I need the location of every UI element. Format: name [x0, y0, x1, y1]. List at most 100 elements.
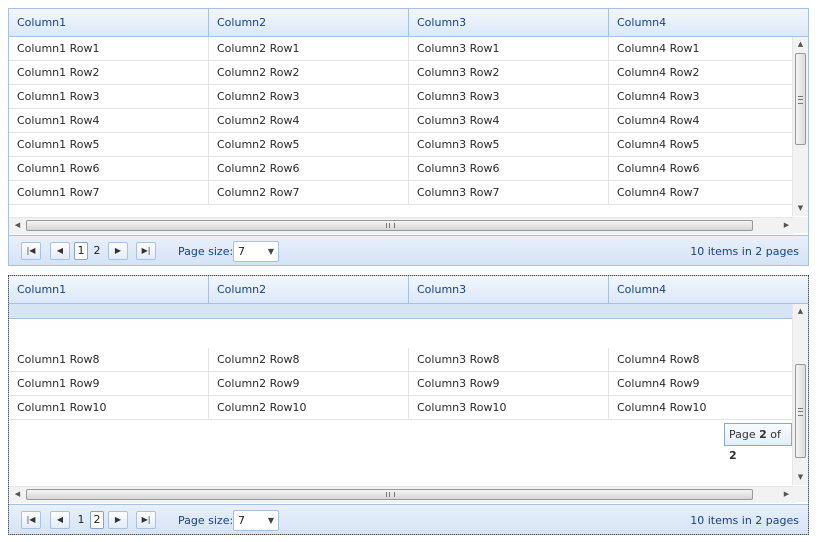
table-cell[interactable]: Column2 Row9 — [209, 372, 409, 395]
last-page-icon[interactable]: ▶| — [136, 242, 156, 260]
vertical-scrollbar[interactable]: ▲ ▼ — [792, 304, 808, 485]
table-row[interactable]: Column1 Row10 Column2 Row10 Column3 Row10 C… — [9, 396, 794, 420]
scroll-down-icon[interactable]: ▼ — [793, 201, 808, 216]
table-cell[interactable]: Column4 Row2 — [609, 61, 794, 84]
horizontal-scrollbar[interactable]: ◀ ▶ — [9, 486, 794, 503]
table-cell[interactable]: Column4 Row6 — [609, 157, 794, 180]
horizontal-scrollbar[interactable]: ◀ ▶ — [9, 217, 794, 234]
table-row[interactable]: Column1 Row4 Column2 Row4 Column3 Row4 Colu… — [9, 109, 794, 133]
column-header-4[interactable]: Column4 — [609, 276, 808, 303]
chevron-down-icon[interactable]: ▼ — [268, 511, 274, 530]
table-cell[interactable]: Column4 Row10 — [609, 396, 794, 419]
page-link[interactable]: 2 — [90, 511, 104, 529]
table-cell[interactable]: Column2 Row10 — [209, 396, 409, 419]
table-cell[interactable]: Column4 Row7 — [609, 181, 794, 204]
pager: |◀ ◀ 1 2 ▶ ▶| Page size: 7 ▼ 10 items in… — [9, 235, 808, 265]
table-row[interactable]: Column1 Row3 Column2 Row3 Column3 Row3 Colu… — [9, 85, 794, 109]
scroll-thumb[interactable] — [795, 364, 806, 458]
column-header-1[interactable]: Column1 — [9, 276, 209, 303]
scroll-thumb[interactable] — [26, 489, 753, 500]
table-row[interactable]: Column1 Row9 Column2 Row9 Column3 Row9 Colu… — [9, 372, 794, 396]
table-cell[interactable]: Column3 Row10 — [409, 396, 609, 419]
table-cell[interactable]: Column2 Row2 — [209, 61, 409, 84]
table-cell[interactable]: Column3 Row4 — [409, 109, 609, 132]
scroll-left-icon[interactable]: ◀ — [10, 487, 25, 502]
first-page-icon[interactable]: |◀ — [21, 242, 41, 260]
table-row[interactable]: Column1 Row2 Column2 Row2 Column3 Row2 Colu… — [9, 61, 794, 85]
table-cell[interactable]: Column1 Row1 — [9, 37, 209, 60]
table-row[interactable]: Column1 Row6 Column2 Row6 Column3 Row6 Colu… — [9, 157, 794, 181]
table-cell[interactable]: Column3 Row8 — [409, 348, 609, 371]
column-header-3[interactable]: Column3 — [409, 9, 609, 36]
table-cell[interactable]: Column3 Row7 — [409, 181, 609, 204]
table-row[interactable]: Column1 Row1 Column2 Row1 Column3 Row1 Colu… — [9, 37, 794, 61]
table-cell[interactable]: Column4 Row9 — [609, 372, 794, 395]
page-link[interactable]: 1 — [74, 242, 88, 260]
scroll-right-icon[interactable]: ▶ — [779, 487, 794, 502]
table-cell[interactable]: Column2 Row7 — [209, 181, 409, 204]
table-cell[interactable]: Column1 Row9 — [9, 372, 209, 395]
next-page-icon[interactable]: ▶ — [108, 511, 128, 529]
page-tooltip: Page 2 of 2 — [724, 423, 792, 462]
table-cell[interactable]: Column1 Row4 — [9, 109, 209, 132]
table-cell[interactable]: Column2 Row8 — [209, 348, 409, 371]
table-cell[interactable]: Column1 Row3 — [9, 85, 209, 108]
prev-page-icon[interactable]: ◀ — [50, 242, 70, 260]
page-size-value: 7 — [238, 514, 245, 527]
scroll-right-icon[interactable]: ▶ — [779, 218, 794, 233]
scroll-up-icon[interactable]: ▲ — [793, 37, 808, 52]
table-cell[interactable]: Column4 Row5 — [609, 133, 794, 156]
page-size-select[interactable]: 7 ▼ — [233, 241, 279, 262]
scroll-left-icon[interactable]: ◀ — [10, 218, 25, 233]
column-header-2[interactable]: Column2 — [209, 276, 409, 303]
first-page-icon[interactable]: |◀ — [21, 511, 41, 529]
table-cell[interactable]: Column2 Row5 — [209, 133, 409, 156]
page-link[interactable]: 2 — [90, 242, 104, 260]
table-cell[interactable]: Column3 Row1 — [409, 37, 609, 60]
pager-info: 10 items in 2 pages — [690, 514, 799, 527]
table-cell[interactable]: Column3 Row5 — [409, 133, 609, 156]
table-row[interactable]: Column1 Row8 Column2 Row8 Column3 Row8 Colu… — [9, 348, 794, 372]
table-cell[interactable]: Column2 Row3 — [209, 85, 409, 108]
table-cell[interactable]: Column3 Row3 — [409, 85, 609, 108]
scroll-down-icon[interactable]: ▼ — [793, 470, 808, 485]
page-size-value: 7 — [238, 245, 245, 258]
page-link[interactable]: 1 — [74, 511, 88, 529]
table-cell[interactable]: Column2 Row4 — [209, 109, 409, 132]
table-cell[interactable]: Column4 Row3 — [609, 85, 794, 108]
table-cell[interactable]: Column1 Row5 — [9, 133, 209, 156]
column-header-3[interactable]: Column3 — [409, 276, 609, 303]
table-cell[interactable]: Column1 Row2 — [9, 61, 209, 84]
column-header-1[interactable]: Column1 — [9, 9, 209, 36]
scroll-corner — [793, 217, 808, 233]
chevron-down-icon[interactable]: ▼ — [268, 242, 274, 261]
pager: |◀ ◀ 1 2 ▶ ▶| Page size: 7 ▼ 10 items in… — [9, 504, 808, 534]
column-header-2[interactable]: Column2 — [209, 9, 409, 36]
vertical-scrollbar[interactable]: ▲ ▼ — [792, 37, 808, 216]
table-cell[interactable]: Column4 Row4 — [609, 109, 794, 132]
table-cell[interactable]: Column3 Row6 — [409, 157, 609, 180]
table-cell[interactable]: Column1 Row10 — [9, 396, 209, 419]
page-size-select[interactable]: 7 ▼ — [233, 510, 279, 531]
column-header-4[interactable]: Column4 — [609, 9, 808, 36]
table-cell[interactable]: Column4 Row8 — [609, 348, 794, 371]
table-cell[interactable]: Column3 Row9 — [409, 372, 609, 395]
table-cell[interactable]: Column2 Row6 — [209, 157, 409, 180]
loading-row — [9, 304, 794, 319]
table-cell[interactable]: Column1 Row8 — [9, 348, 209, 371]
table-cell[interactable]: Column2 Row1 — [209, 37, 409, 60]
table-row[interactable]: Column1 Row7 Column2 Row7 Column3 Row7 Colu… — [9, 181, 794, 205]
grid-2: Column1 Column2 Column3 Column4 Column1 … — [8, 275, 809, 535]
last-page-icon[interactable]: ▶| — [136, 511, 156, 529]
table-cell[interactable]: Column1 Row7 — [9, 181, 209, 204]
table-cell[interactable]: Column1 Row6 — [9, 157, 209, 180]
table-cell[interactable]: Column4 Row1 — [609, 37, 794, 60]
next-page-icon[interactable]: ▶ — [108, 242, 128, 260]
scroll-up-icon[interactable]: ▲ — [793, 304, 808, 319]
table-cell[interactable]: Column3 Row2 — [409, 61, 609, 84]
scroll-thumb[interactable] — [795, 53, 806, 145]
table-row[interactable]: Column1 Row5 Column2 Row5 Column3 Row5 Colu… — [9, 133, 794, 157]
scroll-thumb[interactable] — [26, 220, 753, 231]
prev-page-icon[interactable]: ◀ — [50, 511, 70, 529]
grid-1: Column1 Column2 Column3 Column4 Column1 … — [8, 8, 809, 266]
